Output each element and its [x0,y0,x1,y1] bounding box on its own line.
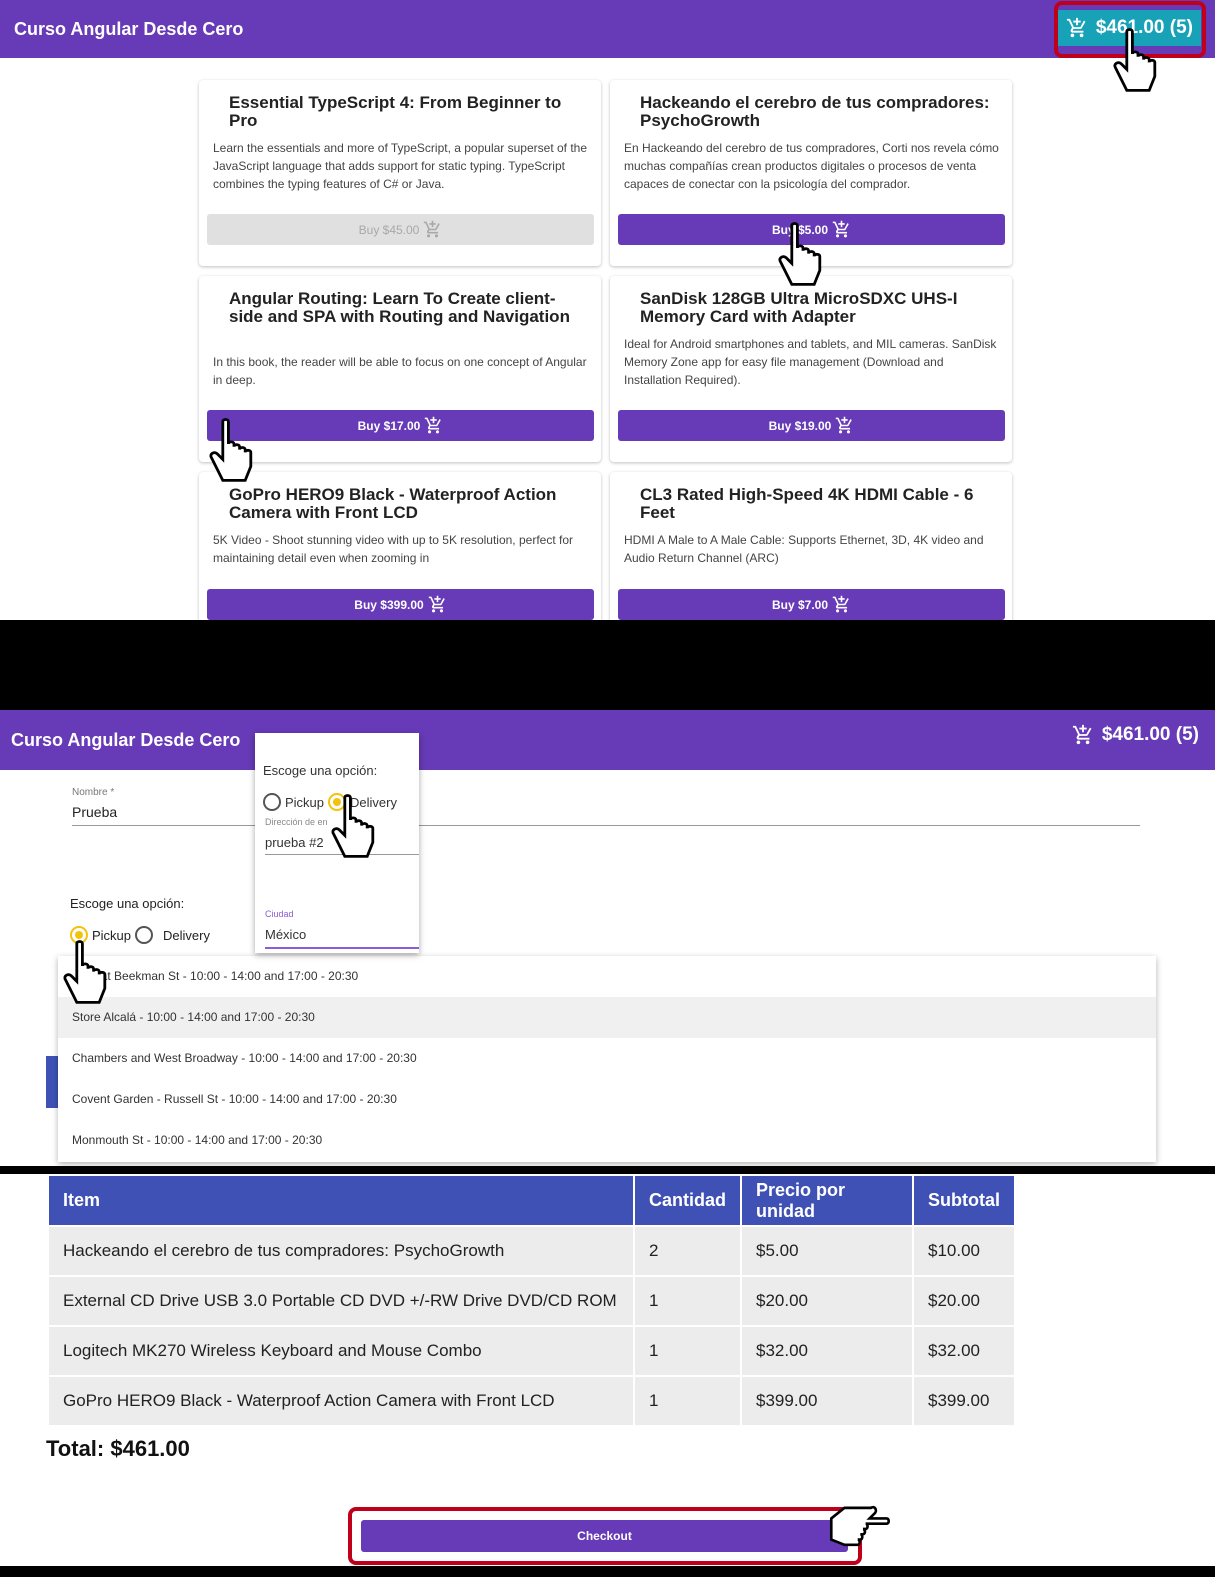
store-dropdown-list: ...ow at Beekman St - 10:00 - 14:00 and … [58,956,1156,1162]
product-title: CL3 Rated High-Speed 4K HDMI Cable - 6 F… [640,485,974,522]
table-row: Hackeando el cerebro de tus compradores:… [49,1227,1015,1275]
pickup-radio-label: Pickup [285,794,325,810]
buy-button[interactable]: Buy $19.00 [618,410,1005,441]
quantity-cell: 2 [635,1227,741,1275]
buy-label: Buy $7.00 [771,597,829,612]
product-card: SanDisk 128GB Ultra MicroSDXC UHS-I Memo… [610,276,1012,462]
column-header: Item [49,1176,633,1225]
product-title: Angular Routing: Learn To Create client-… [229,289,570,326]
unit-price-cell: $32.00 [742,1327,913,1375]
table-row: GoPro HERO9 Black - Waterproof Action Ca… [49,1377,1015,1425]
product-description: En Hackeando del cerebro de tus comprado… [624,141,999,191]
name-field-underline [72,825,1140,826]
delivery-radio-label: Delivery [163,927,210,943]
cart-plus-icon [425,416,442,434]
address-field-label: Dirección de en [265,817,328,827]
buy-button[interactable]: Buy $399.00 [207,589,594,620]
hand-pointer-icon [328,792,384,862]
buy-label: Buy $399.00 [354,597,424,612]
hidden-button-edge [46,1056,58,1108]
column-header: Cantidad [635,1176,741,1225]
cart-total-label: $461.00 (5) [1101,724,1199,745]
table-header-row: Item Cantidad Precio por unidad Subtotal [49,1176,1015,1225]
checkout-form-screen: Curso Angular Desde Cero $461.00 (5) Nom… [0,710,1215,1166]
subtotal-cell: $32.00 [914,1327,1015,1375]
store-option[interactable]: ...ow at Beekman St - 10:00 - 14:00 and … [58,956,1156,997]
product-description: Ideal for Android smartphones and tablet… [624,337,997,387]
buy-button[interactable]: Buy $7.00 [618,589,1005,620]
checkout-highlight-box [348,1507,862,1565]
cart-plus-icon [836,416,853,434]
subtotal-cell: $20.00 [914,1277,1015,1325]
product-card: Essential TypeScript 4: From Beginner to… [199,80,601,266]
app-toolbar: Curso Angular Desde Cero [0,0,1215,58]
pickup-radio[interactable] [263,793,281,811]
buy-label: Buy $19.00 [768,418,832,433]
app-toolbar: Curso Angular Desde Cero [0,710,1215,770]
option-label: Escoge una opción: [70,896,185,911]
store-option[interactable]: Chambers and West Broadway - 10:00 - 14:… [58,1038,1156,1079]
product-description: 5K Video - Shoot stunning video with up … [213,533,573,565]
city-field[interactable]: México [265,927,306,942]
cart-plus-icon [832,220,849,238]
product-card: CL3 Rated High-Speed 4K HDMI Cable - 6 F… [610,472,1012,620]
cart-button[interactable]: $461.00 (5) [1072,724,1199,746]
item-cell: External CD Drive USB 3.0 Portable CD DV… [49,1277,633,1325]
product-title: Hackeando el cerebro de tus compradores:… [640,93,990,130]
buy-label: Buy $45.00 [358,222,420,237]
subtotal-cell: $10.00 [914,1227,1015,1275]
hand-pointer-icon [1110,26,1166,96]
product-title: GoPro HERO9 Black - Waterproof Action Ca… [229,485,557,522]
product-title: Essential TypeScript 4: From Beginner to… [229,93,562,130]
store-option[interactable]: Covent Garden - Russell St - 10:00 - 14:… [58,1079,1156,1120]
quantity-cell: 1 [635,1277,741,1325]
product-card: GoPro HERO9 Black - Waterproof Action Ca… [199,472,601,620]
delivery-radio[interactable] [135,926,154,944]
item-cell: Logitech MK270 Wireless Keyboard and Mou… [49,1327,633,1375]
product-title: SanDisk 128GB Ultra MicroSDXC UHS-I Memo… [640,289,958,326]
order-summary-table: Item Cantidad Precio por unidad Subtotal… [47,1174,1016,1427]
app-title: Curso Angular Desde Cero [11,729,241,750]
hand-pointer-icon [206,416,262,486]
order-summary-screen: Item Cantidad Precio por unidad Subtotal… [0,1174,1215,1566]
name-field-label: Nombre * [72,787,115,798]
store-option[interactable]: Monmouth St - 10:00 - 14:00 and 17:00 - … [58,1120,1156,1161]
name-field[interactable]: Prueba [72,804,117,820]
cart-plus-icon [1072,724,1092,745]
city-field-label: Ciudad [265,909,294,919]
subtotal-cell: $399.00 [914,1377,1015,1425]
zoom-option-label: Escoge una opción: [263,763,378,778]
cart-plus-icon [428,595,445,613]
store-option[interactable]: Store Alcalá - 10:00 - 14:00 and 17:00 -… [58,997,1156,1038]
table-row: External CD Drive USB 3.0 Portable CD DV… [49,1277,1015,1325]
buy-label: Buy $17.00 [357,418,421,433]
product-list-screen: Curso Angular Desde Cero $461.00 (5) Ess… [0,0,1215,620]
table-row: Logitech MK270 Wireless Keyboard and Mou… [49,1327,1015,1375]
city-underline [265,947,419,949]
unit-price-cell: $399.00 [742,1377,913,1425]
buy-button[interactable]: Buy $45.00 [207,214,594,245]
column-header: Subtotal [914,1176,1015,1225]
order-total: Total: $461.00 [46,1436,190,1461]
unit-price-cell: $5.00 [742,1227,913,1275]
quantity-cell: 1 [635,1377,741,1425]
cart-plus-icon [424,220,441,238]
quantity-cell: 1 [635,1327,741,1375]
column-header: Precio por unidad [742,1176,913,1225]
hand-pointer-icon [775,220,831,290]
app-title: Curso Angular Desde Cero [14,18,244,39]
product-description: HDMI A Male to A Male Cable: Supports Et… [624,533,984,565]
product-description: Learn the essentials and more of TypeScr… [213,141,588,191]
address-field[interactable]: prueba #2 [265,835,324,850]
hand-pointer-icon [826,1502,892,1556]
hand-pointer-icon [60,938,116,1008]
unit-price-cell: $20.00 [742,1277,913,1325]
buy-button[interactable]: Buy $17.00 [207,410,594,441]
item-cell: Hackeando el cerebro de tus compradores:… [49,1227,633,1275]
item-cell: GoPro HERO9 Black - Waterproof Action Ca… [49,1377,633,1425]
product-description: In this book, the reader will be able to… [213,355,587,387]
cart-plus-icon [832,595,849,613]
